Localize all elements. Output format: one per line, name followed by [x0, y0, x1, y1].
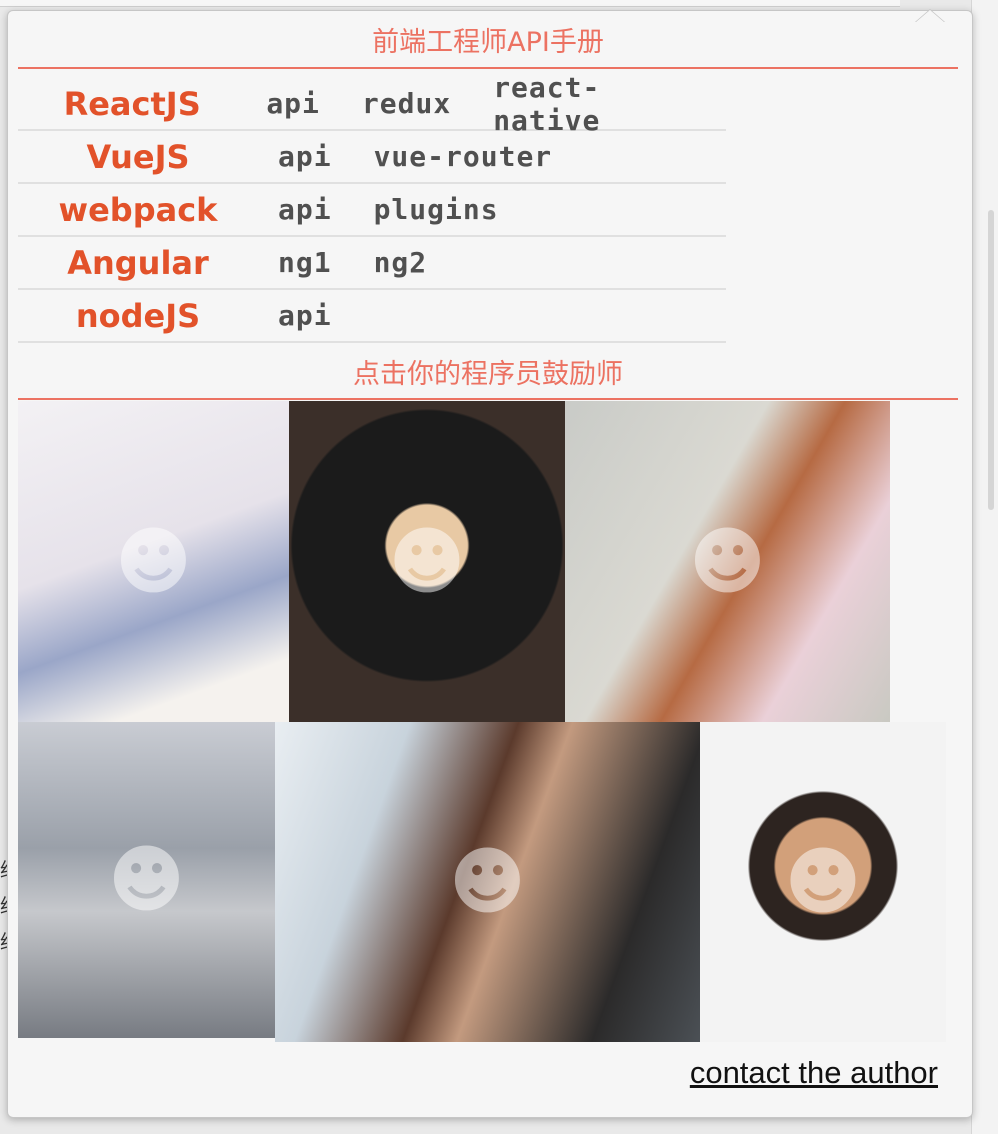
background-scrollbar: [988, 210, 994, 510]
framework-link-vuejs[interactable]: VueJS: [18, 138, 258, 176]
doc-link-redux[interactable]: redux: [362, 87, 451, 120]
api-row-vuejs: VueJS api vue-router: [18, 131, 726, 184]
motivator-photo-5[interactable]: ☻: [275, 722, 700, 1042]
extension-popup: 前端工程师API手册 ReactJS api redux react-nativ…: [7, 9, 973, 1118]
popup-arrow: [916, 10, 944, 22]
api-row-nodejs: nodeJS api: [18, 290, 726, 343]
background-page-top: [0, 0, 900, 7]
motivator-photo-1[interactable]: ☻: [18, 401, 289, 722]
framework-link-nodejs[interactable]: nodeJS: [18, 297, 258, 335]
framework-link-reactjs[interactable]: ReactJS: [18, 85, 246, 123]
doc-link-react-api[interactable]: api: [266, 87, 320, 120]
doc-link-ng1[interactable]: ng1: [278, 246, 332, 279]
person-photo-icon: ☻: [784, 839, 862, 925]
motivator-photo-2[interactable]: ☻: [289, 401, 565, 722]
api-table: ReactJS api redux react-native VueJS api…: [18, 71, 726, 343]
doc-link-vue-router[interactable]: vue-router: [374, 140, 553, 173]
motivator-photo-4[interactable]: ☻: [18, 722, 275, 1038]
api-links: api redux react-native: [246, 71, 726, 137]
doc-link-react-native[interactable]: react-native: [493, 71, 684, 137]
api-links: api: [258, 299, 374, 332]
motivator-section-title: 点击你的程序员鼓励师: [18, 355, 958, 400]
person-photo-icon: ☻: [388, 518, 466, 605]
person-photo-icon: ☻: [107, 837, 186, 923]
motivator-photo-6[interactable]: ☻: [700, 722, 946, 1042]
api-row-angular: Angular ng1 ng2: [18, 237, 726, 290]
api-row-reactjs: ReactJS api redux react-native: [18, 71, 726, 137]
doc-link-node-api[interactable]: api: [278, 299, 332, 332]
doc-link-vue-api[interactable]: api: [278, 140, 332, 173]
person-photo-icon: ☻: [688, 518, 767, 605]
contact-author-link[interactable]: contact the author: [608, 1055, 938, 1091]
api-row-webpack: webpack api plugins: [18, 184, 726, 237]
framework-link-angular[interactable]: Angular: [18, 244, 258, 282]
person-photo-icon: ☻: [448, 839, 527, 925]
page-title: 前端工程师API手册: [18, 23, 958, 69]
doc-link-ng2[interactable]: ng2: [374, 246, 428, 279]
person-photo-icon: ☻: [114, 518, 193, 605]
motivator-photo-3[interactable]: ☻: [565, 401, 890, 722]
api-links: api vue-router: [258, 140, 594, 173]
doc-link-webpack-api[interactable]: api: [278, 193, 332, 226]
doc-link-webpack-plugins[interactable]: plugins: [374, 193, 499, 226]
background-page-edge: [971, 0, 998, 1134]
api-links: api plugins: [258, 193, 541, 226]
framework-link-webpack[interactable]: webpack: [18, 191, 258, 229]
api-links: ng1 ng2: [258, 246, 469, 279]
